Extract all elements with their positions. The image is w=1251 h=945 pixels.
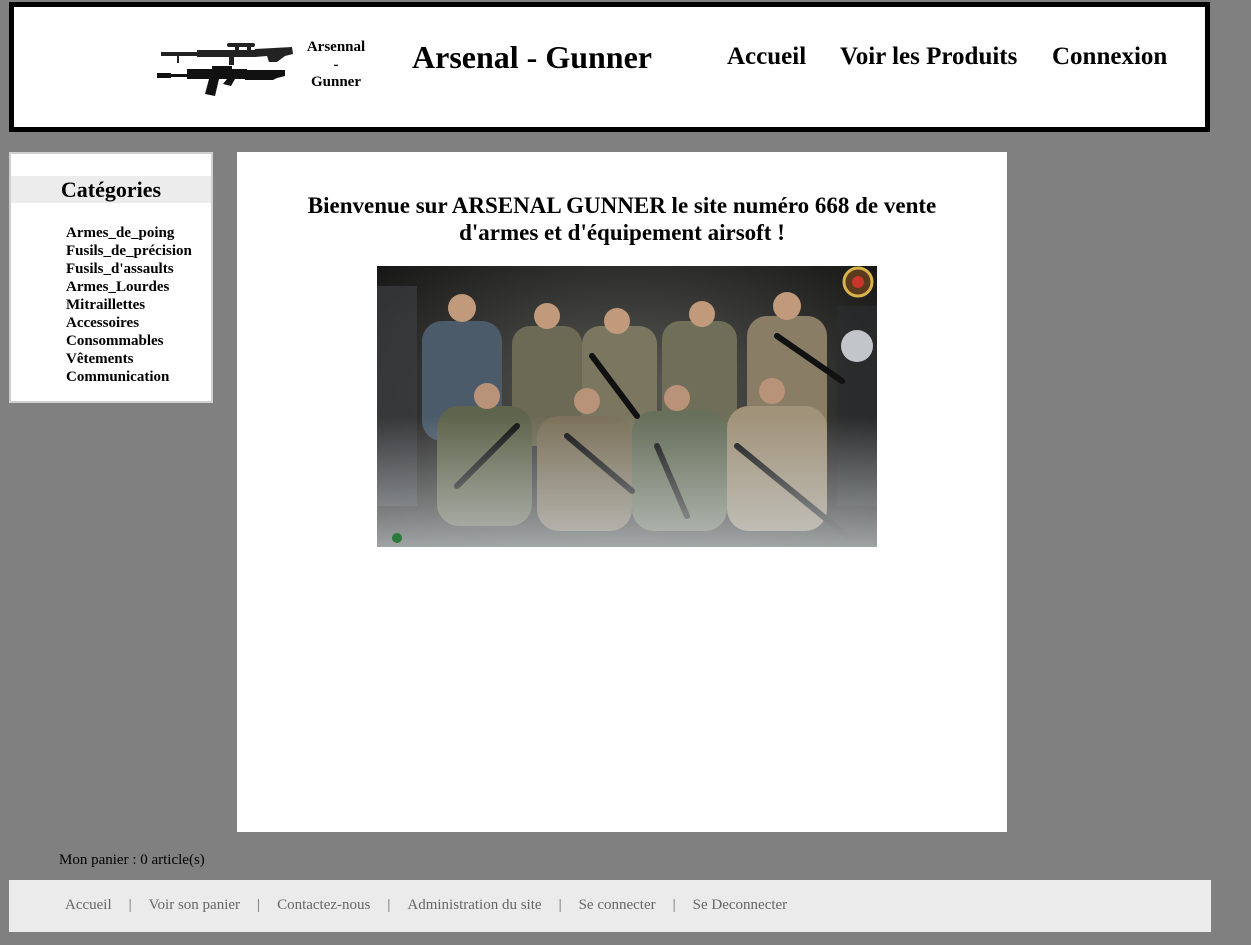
logo-line: Gunner xyxy=(310,74,361,90)
nav-home-link[interactable]: Accueil xyxy=(727,43,806,71)
site-header: Arsennal - Gunner Arsenal - Gunner Accue… xyxy=(9,2,1210,132)
categories-sidebar: Catégories Armes_de_poing Fusils_de_préc… xyxy=(9,152,213,403)
footer-separator: | xyxy=(257,897,261,913)
footer-separator: | xyxy=(558,897,562,913)
footer-contact-link[interactable]: Contactez-nous xyxy=(277,897,370,913)
category-link-accessoires[interactable]: Accessoires xyxy=(66,314,192,332)
cart-summary: Mon panier : 0 article(s) xyxy=(59,852,205,868)
footer-home-link[interactable]: Accueil xyxy=(65,897,112,913)
footer-separator: | xyxy=(128,897,132,913)
nav-login-link[interactable]: Connexion xyxy=(1052,43,1167,71)
category-link-fusils-de-precision[interactable]: Fusils_de_précision xyxy=(66,242,192,260)
team-photo xyxy=(377,266,877,547)
category-link-mitraillettes[interactable]: Mitraillettes xyxy=(66,296,192,314)
site-footer: Accueil | Voir son panier | Contactez-nous | A… xyxy=(9,880,1211,932)
welcome-line: d'armes et d'équipement airsoft ! xyxy=(459,220,785,245)
welcome-heading: Bienvenue sur ARSENAL GUNNER le site num… xyxy=(277,192,967,246)
category-link-fusils-d-assaults[interactable]: Fusils_d'assaults xyxy=(66,260,192,278)
category-link-armes-lourdes[interactable]: Armes_Lourdes xyxy=(66,278,192,296)
main-content: Bienvenue sur ARSENAL GUNNER le site num… xyxy=(237,152,1007,832)
category-link-vetements[interactable]: Vêtements xyxy=(66,350,192,368)
footer-separator: | xyxy=(672,897,676,913)
welcome-line: Bienvenue sur ARSENAL GUNNER le site num… xyxy=(307,193,937,218)
nav-products-link[interactable]: Voir les Produits xyxy=(840,43,1017,71)
category-link-communication[interactable]: Communication xyxy=(66,368,192,386)
footer-login-link[interactable]: Se connecter xyxy=(579,897,656,913)
footer-separator: | xyxy=(387,897,391,913)
categories-title: Catégories xyxy=(11,176,211,203)
footer-links: Accueil | Voir son panier | Contactez-nous | A… xyxy=(65,897,787,914)
top-nav: Accueil Voir les Produits Connexion xyxy=(14,43,1205,75)
category-list: Armes_de_poing Fusils_de_précision Fusil… xyxy=(66,224,192,386)
category-link-consommables[interactable]: Consommables xyxy=(66,332,192,350)
category-link-armes-de-poing[interactable]: Armes_de_poing xyxy=(66,224,192,242)
footer-logout-link[interactable]: Se Deconnecter xyxy=(693,897,788,913)
footer-cart-link[interactable]: Voir son panier xyxy=(149,897,240,913)
footer-admin-link[interactable]: Administration du site xyxy=(407,897,541,913)
